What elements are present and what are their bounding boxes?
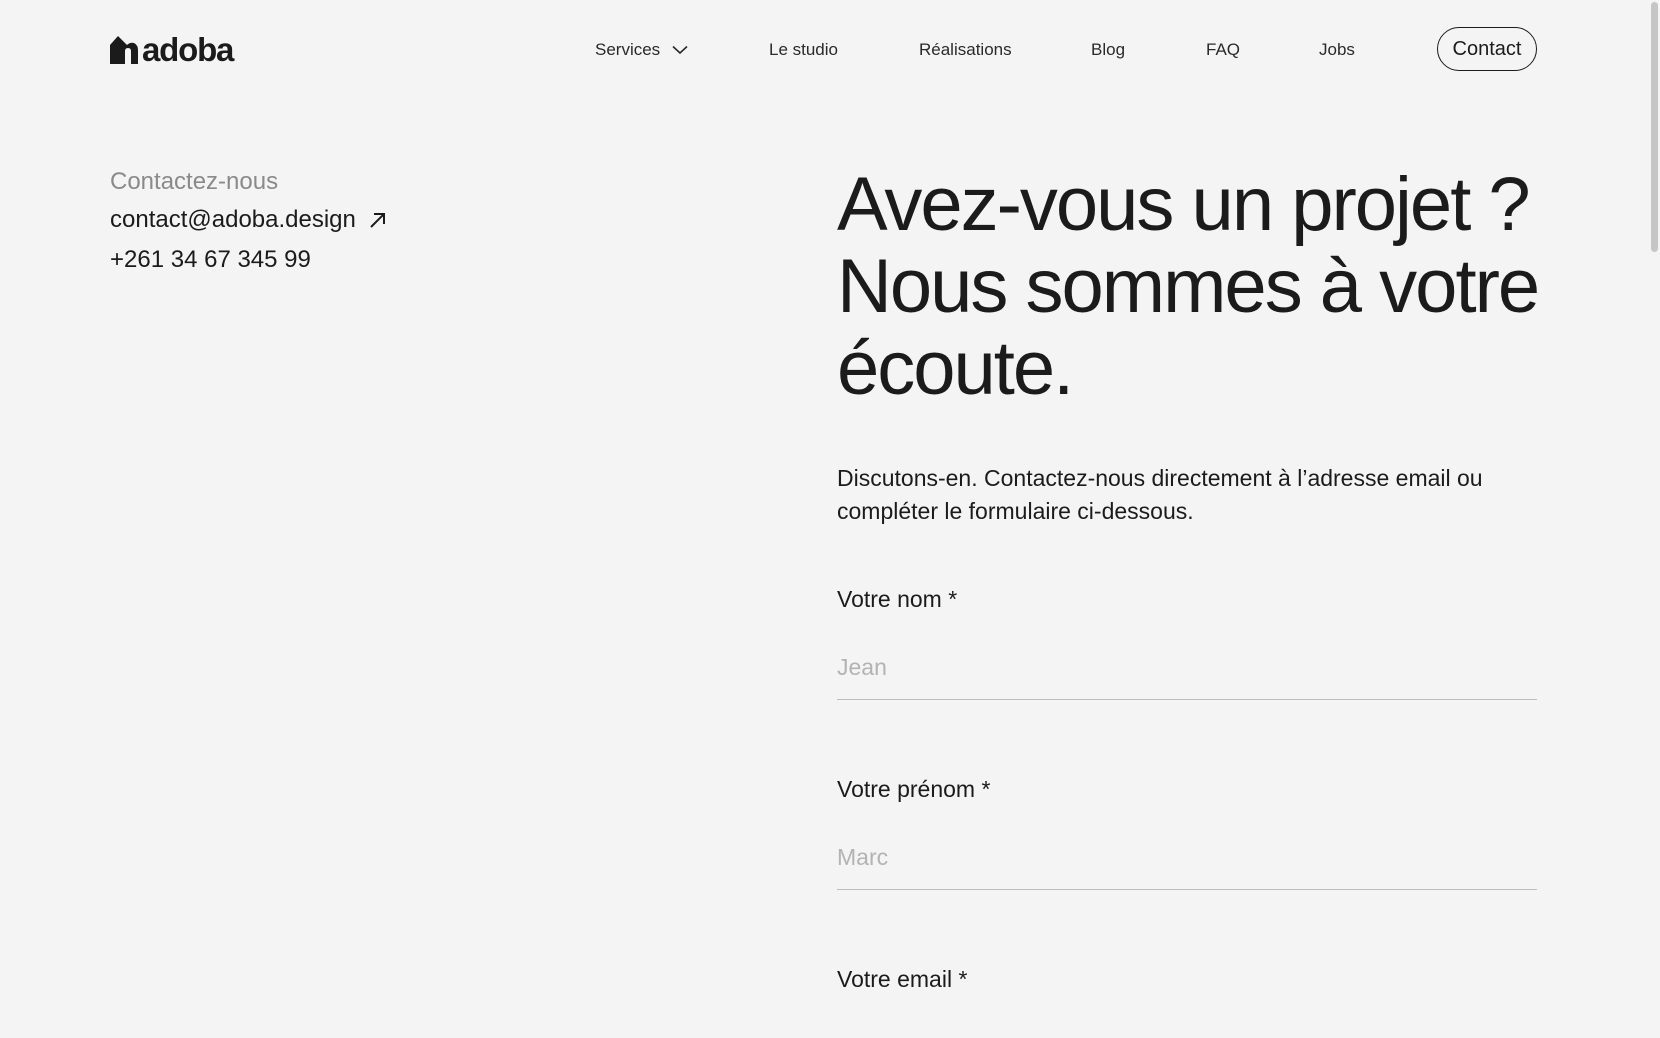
logo-text: adoba xyxy=(142,31,234,68)
scrollbar[interactable] xyxy=(1648,0,1660,1038)
field-email-label: Votre email * xyxy=(837,966,968,992)
nav-realisations[interactable]: Réalisations xyxy=(919,36,1012,64)
arrow-up-right-icon xyxy=(370,213,385,228)
intro-text: Discutons-en. Contactez-nous directement… xyxy=(837,465,1483,524)
field-email: Votre email * xyxy=(837,964,1537,994)
field-nom: Votre nom * xyxy=(837,584,1537,700)
scrollbar-thumb[interactable] xyxy=(1651,2,1658,252)
field-nom-label: Votre nom * xyxy=(837,586,958,612)
contact-info: Contactez-nous contact@adoba.design +261… xyxy=(110,164,388,280)
field-prenom-label: Votre prénom * xyxy=(837,776,991,802)
nav-services[interactable]: Services xyxy=(595,36,688,64)
nav-le-studio[interactable]: Le studio xyxy=(769,36,838,64)
house-logo-icon xyxy=(110,36,138,64)
contact-button[interactable]: Contact xyxy=(1437,27,1537,71)
prenom-input[interactable] xyxy=(837,844,1537,890)
email-link[interactable]: contact@adoba.design xyxy=(110,200,388,240)
nav-services-label: Services xyxy=(595,40,661,59)
phone-number: +261 34 67 345 99 xyxy=(110,246,311,273)
site-header: adoba Services Le studio Réalisations Bl… xyxy=(0,0,1660,100)
nom-input[interactable] xyxy=(837,654,1537,700)
nav-blog[interactable]: Blog xyxy=(1091,36,1125,64)
field-prenom: Votre prénom * xyxy=(837,774,1537,890)
page-headline: Avez-vous un projet ? Nous sommes à votr… xyxy=(837,162,1540,411)
nav-jobs[interactable]: Jobs xyxy=(1319,36,1355,64)
chevron-down-icon xyxy=(672,45,688,55)
logo[interactable]: adoba xyxy=(110,31,234,68)
email-text: contact@adoba.design xyxy=(110,206,356,233)
nav-faq[interactable]: FAQ xyxy=(1206,36,1240,64)
contact-label: Contactez-nous xyxy=(110,168,279,195)
